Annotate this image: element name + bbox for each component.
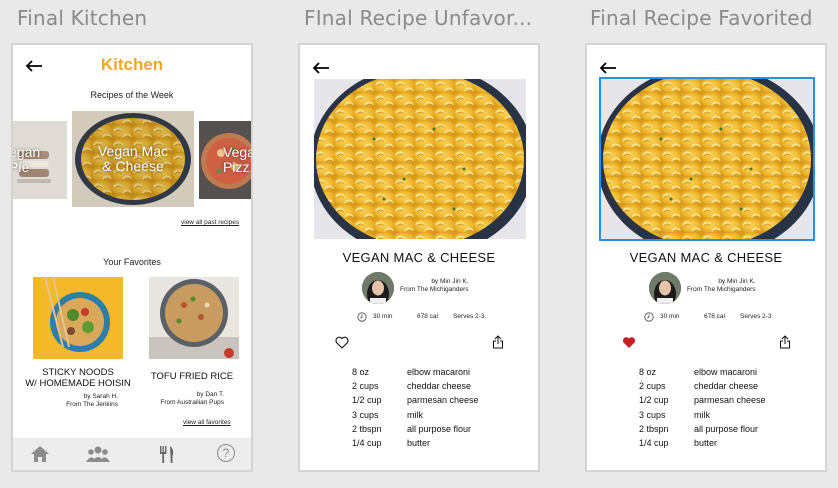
ingredient-name: cheddar cheese	[407, 381, 472, 392]
carousel-card-text: & Cheese	[102, 158, 164, 174]
favorite-group: From The Jenkins	[66, 401, 118, 408]
favorite-author: by Dan T.	[196, 391, 224, 398]
carousel-card-vegan-pizza[interactable]: Vega Pizz	[199, 121, 253, 199]
share-icon[interactable]	[779, 335, 791, 349]
back-arrow-icon[interactable]	[312, 61, 330, 75]
author-byline: by Min Jin K. From The Michiganders	[687, 278, 756, 294]
ingredient-name: milk	[407, 409, 423, 420]
recipe-title: VEGAN MAC & CHEESE	[629, 250, 783, 265]
recipe-hero-image	[314, 79, 526, 239]
favorite-card-sticky-noods[interactable]	[33, 277, 123, 359]
ingredient-qty: 2 cups	[639, 381, 666, 392]
ingredient-qty: 3 cups	[352, 409, 379, 420]
ingredient-qty: 8 oz	[639, 367, 657, 377]
frame-title-final-kitchen: Final Kitchen	[17, 6, 148, 30]
tofu-fried-rice-image	[149, 277, 239, 359]
recipe-title: VEGAN MAC & CHEESE	[342, 250, 496, 265]
your-favorites-label: Your Favorites	[103, 257, 161, 267]
author-name: by Min Jin K.	[431, 278, 469, 285]
mac-cheese-image	[601, 79, 813, 239]
carousel-card-text: Pizz	[223, 159, 250, 175]
recipe-serves: Serves 2-3	[453, 313, 485, 320]
ingredient-name: butter	[407, 438, 431, 449]
recipe-time: 30 min	[660, 313, 680, 320]
ingredient-qty: 1/4 cup	[639, 438, 669, 449]
ingredient-qty: 8 oz	[352, 367, 370, 377]
recipe-unfavorited-frame: VEGAN MAC & CHEESE by Min Jin K. From Th…	[298, 43, 540, 472]
ingredient-name: all purpose flour	[407, 423, 472, 434]
ingredient-name: parmesan cheese	[407, 395, 479, 406]
author-group: From The Michiganders	[400, 286, 469, 293]
author-photo	[649, 272, 681, 304]
heart-outline-icon[interactable]	[335, 336, 349, 349]
author-avatar	[649, 272, 681, 304]
favorite-byline: by Dan T. From Austrailian Pups	[160, 391, 224, 407]
ingredient-qty: 2 tbspn	[352, 423, 382, 434]
recipe-calories: 678 cal	[704, 313, 725, 320]
mac-cheese-image	[314, 79, 526, 239]
recipes-of-week-label: Recipes of the Week	[90, 90, 174, 100]
favorite-card-tofu-fried-rice[interactable]	[149, 277, 239, 359]
sticky-noods-image	[33, 277, 123, 359]
back-arrow-icon[interactable]	[599, 61, 617, 75]
frame-title-recipe-unfavorited: FInal Recipe Unfavor...	[304, 6, 533, 30]
people-icon[interactable]	[86, 444, 110, 464]
ingredient-name: elbow macaroni	[407, 367, 471, 377]
favorite-title-line: TOFU FRIED RICE	[150, 371, 234, 382]
ingredient-qty: 2 tbspn	[639, 423, 669, 434]
author-avatar	[362, 272, 394, 304]
favorite-group: From Austrailian Pups	[160, 399, 224, 406]
carousel-card-vegan-mac[interactable]: Vegan Mac & Cheese	[72, 111, 194, 207]
author-photo	[362, 272, 394, 304]
recipe-serves: Serves 2-3	[740, 313, 772, 320]
favorite-title-line: W/ HOMEMADE HOISIN	[25, 378, 131, 389]
view-all-past-recipes-link[interactable]: view all past recipes	[181, 219, 239, 226]
clock-icon	[644, 312, 654, 322]
carousel-card-text: egan	[13, 144, 41, 160]
ingredient-name: butter	[694, 438, 718, 449]
favorite-title: TOFU FRIED RICE	[133, 371, 251, 382]
page-title: Kitchen	[100, 55, 164, 74]
recipe-hero-image	[599, 77, 815, 241]
carousel-card-text: Vegan Mac	[97, 143, 169, 159]
favorite-title-line: STICKY NOODS	[42, 367, 114, 378]
recipe-time: 30 min	[373, 313, 393, 320]
recipe-favorited-frame: VEGAN MAC & CHEESE by Min Jin K. From Th…	[585, 43, 827, 472]
ingredient-name: milk	[694, 409, 710, 420]
tab-bar: ?	[13, 438, 251, 470]
view-all-favorites-link[interactable]: view all favorites	[183, 419, 231, 426]
favorite-byline: by Sarah H. From The Jenkins	[66, 393, 118, 409]
heart-filled-icon[interactable]	[622, 336, 636, 349]
author-group: From The Michiganders	[687, 286, 756, 293]
ingredient-name: elbow macaroni	[694, 367, 758, 377]
ingredient-qty: 3 cups	[639, 409, 666, 420]
ingredient-qty: 1/2 cup	[639, 395, 669, 406]
utensils-icon[interactable]	[157, 444, 177, 464]
kitchen-frame: Kitchen Recipes of the Week egan Pie Veg…	[11, 43, 253, 472]
ingredient-name: parmesan cheese	[694, 395, 766, 406]
ingredient-qty: 2 cups	[352, 381, 379, 392]
help-icon[interactable]: ?	[217, 444, 235, 462]
clock-icon	[357, 312, 367, 322]
ingredient-name: all purpose flour	[694, 423, 759, 434]
ingredient-name: cheddar cheese	[694, 381, 759, 392]
ingredient-qty: 1/2 cup	[352, 395, 382, 406]
author-byline: by Min Jin K. From The Michiganders	[400, 278, 469, 294]
recipe-calories: 678 cal	[417, 313, 438, 320]
carousel-card-text: Pie	[13, 159, 30, 175]
home-icon[interactable]	[30, 444, 50, 464]
frame-title-recipe-favorited: Final Recipe Favorited	[590, 6, 813, 30]
favorite-title: STICKY NOODS W/ HOMEMADE HOISIN	[13, 367, 143, 389]
share-icon[interactable]	[492, 335, 504, 349]
favorite-author: by Sarah H.	[83, 393, 118, 400]
carousel-card-text: Vega	[223, 144, 253, 160]
ingredient-qty: 1/4 cup	[352, 438, 382, 449]
author-name: by Min Jin K.	[718, 278, 756, 285]
carousel-card-vegan-pie[interactable]: egan Pie	[13, 121, 67, 199]
